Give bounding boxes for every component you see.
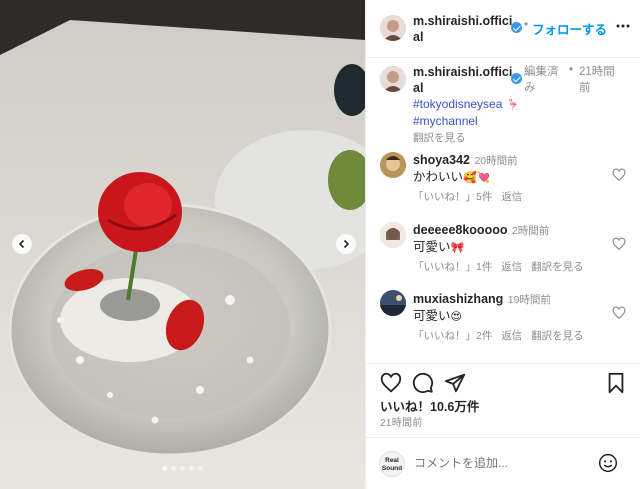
follow-button[interactable]: フォローする (532, 19, 607, 38)
heart-icon[interactable] (612, 168, 626, 182)
next-slide-button[interactable] (336, 234, 356, 254)
bookmark-icon[interactable] (606, 372, 626, 394)
verified-icon (511, 73, 522, 84)
carousel-indicator (0, 466, 365, 471)
share-icon[interactable] (444, 372, 466, 394)
heart-icon[interactable] (380, 372, 402, 394)
carousel-dot (198, 466, 203, 471)
comment-likes[interactable]: 「いいね！」5件 (413, 191, 492, 203)
comment-time: 2時間前 (511, 225, 550, 237)
caption-body: #tokyodisneysea 🦩 #mychannel 翻訳を見る (413, 95, 519, 145)
avatar-image (380, 15, 406, 41)
comment-username[interactable]: muxiashizhang (413, 292, 503, 306)
time-line: 21時間 (579, 66, 615, 78)
heart-icon[interactable] (612, 306, 626, 320)
previous-slide-button[interactable] (12, 234, 32, 254)
avatar-image (380, 290, 406, 316)
post-header: m.shiraishi.offici al • フォローする (366, 0, 640, 58)
caption-time: 21時間 前 (579, 64, 615, 96)
see-translation-link[interactable]: 翻訳を見る (531, 330, 584, 342)
heart-icon[interactable] (612, 237, 626, 251)
avatar[interactable] (380, 15, 406, 41)
rose-dessert-photo (0, 0, 365, 489)
flamingo-emoji-icon: 🦩 (506, 100, 520, 111)
avatar[interactable] (380, 152, 406, 178)
post-media (0, 0, 365, 489)
carousel-dot (171, 466, 176, 471)
separator: • (569, 64, 574, 76)
comment-actions: 「いいね！」2件 返信 翻訳を見る (413, 328, 584, 343)
emoji-icon[interactable] (598, 453, 618, 473)
smiling-hearts-emoji-icon: 🥰💘 (463, 172, 491, 184)
comment-body: 可愛い😍 (413, 305, 462, 325)
comment-icon[interactable] (412, 372, 434, 394)
hashtag-link[interactable]: #tokyodisneysea (413, 97, 502, 111)
carousel-dot (189, 466, 194, 471)
edited-line: み (524, 82, 536, 94)
avatar-image (380, 66, 406, 92)
carousel-dot (162, 466, 167, 471)
comment-body: かわいい🥰💘 (413, 166, 490, 186)
badge-line: Sound (381, 465, 403, 472)
hashtag-link[interactable]: #mychannel (413, 113, 519, 129)
carousel-dot (180, 466, 185, 471)
chevron-right-icon (343, 239, 350, 249)
comment-body: 可愛い🎀 (413, 236, 464, 256)
real-sound-badge: Real Sound (379, 451, 405, 477)
comment-composer: Real Sound (366, 437, 640, 489)
likes-count[interactable]: いいね！10.6万件 (380, 396, 479, 415)
comment-text: 可愛い (413, 309, 451, 323)
verified-icon (511, 22, 522, 33)
comment-likes[interactable]: 「いいね！」1件 (413, 261, 492, 273)
avatar[interactable] (380, 290, 406, 316)
avatar[interactable] (380, 66, 406, 92)
avatar-image (380, 152, 406, 178)
reply-button[interactable]: 返信 (501, 191, 522, 203)
edited-line: 編集済 (524, 66, 559, 78)
ribbon-emoji-icon: 🎀 (450, 242, 465, 254)
post-detail-panel: m.shiraishi.offici al • フォローする m.shirais… (365, 0, 640, 489)
avatar-image (380, 222, 406, 248)
badge-line: Real (385, 457, 399, 464)
caption-username[interactable]: m.shiraishi.offici al (413, 64, 513, 96)
comment-text: かわいい (413, 170, 464, 184)
comment-time: 19時間前 (507, 294, 551, 306)
comment-text: 可愛い (413, 240, 451, 254)
username-line[interactable]: al (413, 29, 543, 45)
comment-username[interactable]: deeeee8kooooo (413, 223, 507, 237)
comment-actions: 「いいね！」1件 返信 翻訳を見る (413, 259, 584, 274)
time-line: 前 (579, 82, 591, 94)
avatar[interactable] (380, 222, 406, 248)
comment-input[interactable] (414, 452, 594, 474)
separator: • (524, 19, 529, 31)
comment-likes[interactable]: 「いいね！」2件 (413, 330, 492, 342)
reply-button[interactable]: 返信 (501, 330, 522, 342)
username-line[interactable]: al (413, 80, 513, 96)
edited-label: 編集済 み (524, 64, 559, 96)
comment-actions: 「いいね！」5件 返信 (413, 189, 522, 204)
heart-eyes-emoji-icon: 😍 (450, 311, 462, 323)
more-icon[interactable] (616, 24, 630, 28)
comment-username[interactable]: shoya342 (413, 153, 470, 167)
see-translation-link[interactable]: 翻訳を見る (413, 130, 519, 145)
see-translation-link[interactable]: 翻訳を見る (531, 261, 584, 273)
reply-button[interactable]: 返信 (501, 261, 522, 273)
chevron-left-icon (18, 239, 25, 249)
username-line[interactable]: m.shiraishi.offici (413, 64, 513, 80)
post-timestamp: 21時間前 (380, 418, 423, 429)
